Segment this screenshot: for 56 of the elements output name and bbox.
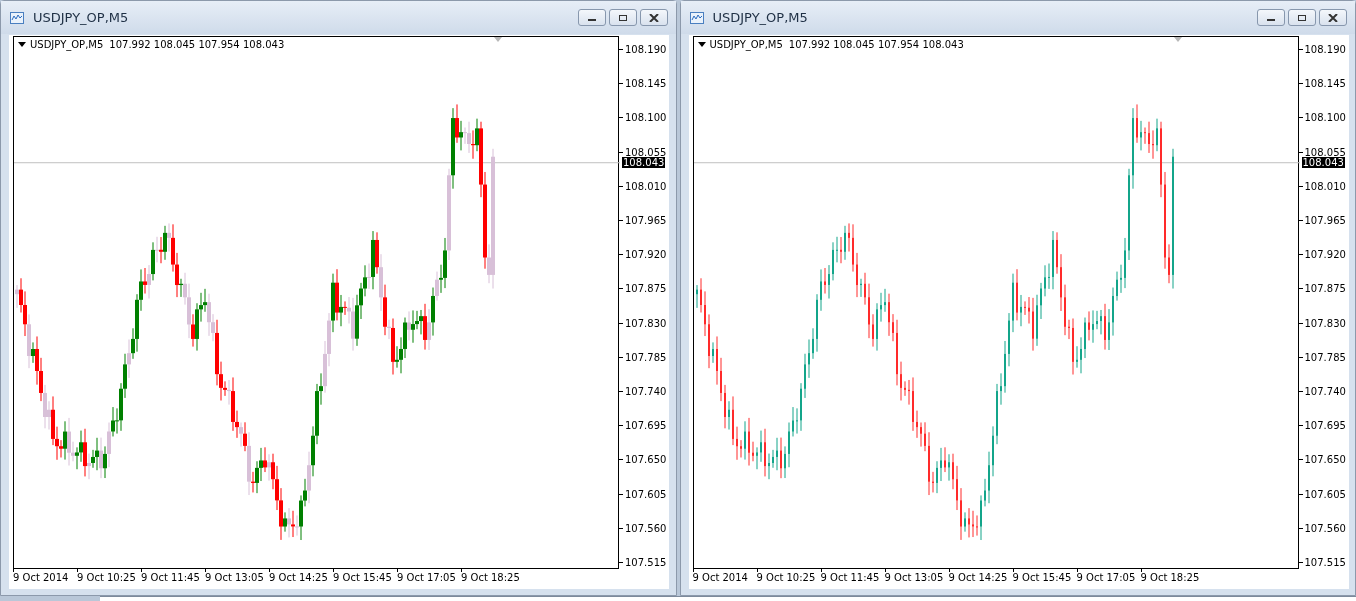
- price-label: 107.650: [1304, 454, 1346, 466]
- price-label: 107.965: [1304, 215, 1346, 226]
- price-label: 108.055: [1304, 146, 1346, 158]
- price-label: 107.695: [625, 420, 667, 432]
- price-label: 107.605: [1304, 488, 1346, 500]
- time-label: 9 Oct 13:05: [884, 572, 944, 583]
- time-label: 9 Oct 2014: [13, 572, 69, 583]
- ohlc-values: 107.992 108.045 107.954 108.043: [109, 39, 285, 51]
- price-label: 108.100: [1304, 112, 1346, 124]
- price-label: 107.875: [625, 283, 667, 295]
- price-label: 107.740: [1304, 386, 1346, 397]
- price-label: 107.695: [1304, 420, 1346, 432]
- price-label: 107.830: [1304, 317, 1346, 329]
- time-label: 9 Oct 18:25: [1140, 572, 1200, 583]
- time-label: 9 Oct 15:45: [1012, 572, 1072, 583]
- time-label: 9 Oct 15:45: [333, 572, 392, 583]
- price-label: 108.010: [625, 180, 667, 192]
- current-price-label: 108.043: [1301, 156, 1345, 168]
- price-label: 107.785: [625, 351, 667, 363]
- window-title: USDJPY_OP,M5: [33, 8, 129, 27]
- price-label: 107.875: [1304, 283, 1346, 295]
- price-label: 107.785: [1304, 351, 1346, 363]
- chart-symbol: USDJPY_OP,M5: [709, 39, 783, 51]
- price-label: 108.145: [625, 78, 667, 90]
- price-label: 108.145: [1304, 78, 1346, 90]
- time-label: 9 Oct 11:45: [820, 572, 880, 583]
- price-label: 107.515: [1304, 557, 1346, 568]
- window-title: USDJPY_OP,M5: [712, 8, 808, 27]
- price-label: 108.055: [625, 146, 667, 158]
- time-label: 9 Oct 10:25: [756, 572, 816, 583]
- price-label: 107.650: [625, 454, 667, 466]
- time-label: 9 Oct 14:25: [948, 572, 1008, 583]
- price-label: 107.965: [625, 215, 667, 226]
- time-label: 9 Oct 11:45: [141, 572, 200, 583]
- chart-symbol: USDJPY_OP,M5: [30, 39, 104, 51]
- price-label: 107.830: [625, 317, 667, 329]
- ohlc-values: 107.992 108.045 107.954 108.043: [788, 39, 964, 51]
- price-label: 107.920: [625, 249, 667, 261]
- time-label: 9 Oct 17:05: [1076, 572, 1136, 583]
- current-price-label: 108.043: [622, 156, 666, 168]
- time-label: 9 Oct 13:05: [205, 572, 264, 583]
- time-label: 9 Oct 10:25: [77, 572, 136, 583]
- price-label: 107.515: [625, 557, 667, 568]
- time-label: 9 Oct 14:25: [269, 572, 328, 583]
- price-label: 107.605: [625, 488, 667, 500]
- time-label: 9 Oct 2014: [692, 572, 748, 583]
- price-label: 108.190: [625, 44, 667, 55]
- price-label: 107.560: [625, 522, 667, 534]
- time-label: 9 Oct 17:05: [397, 572, 456, 583]
- price-label: 107.920: [1304, 249, 1346, 261]
- price-label: 108.010: [1304, 180, 1346, 192]
- price-label: 107.740: [625, 386, 667, 397]
- price-label: 107.560: [1304, 522, 1346, 534]
- price-label: 108.100: [625, 112, 667, 124]
- time-label: 9 Oct 18:25: [461, 572, 520, 583]
- price-label: 108.190: [1304, 44, 1346, 55]
